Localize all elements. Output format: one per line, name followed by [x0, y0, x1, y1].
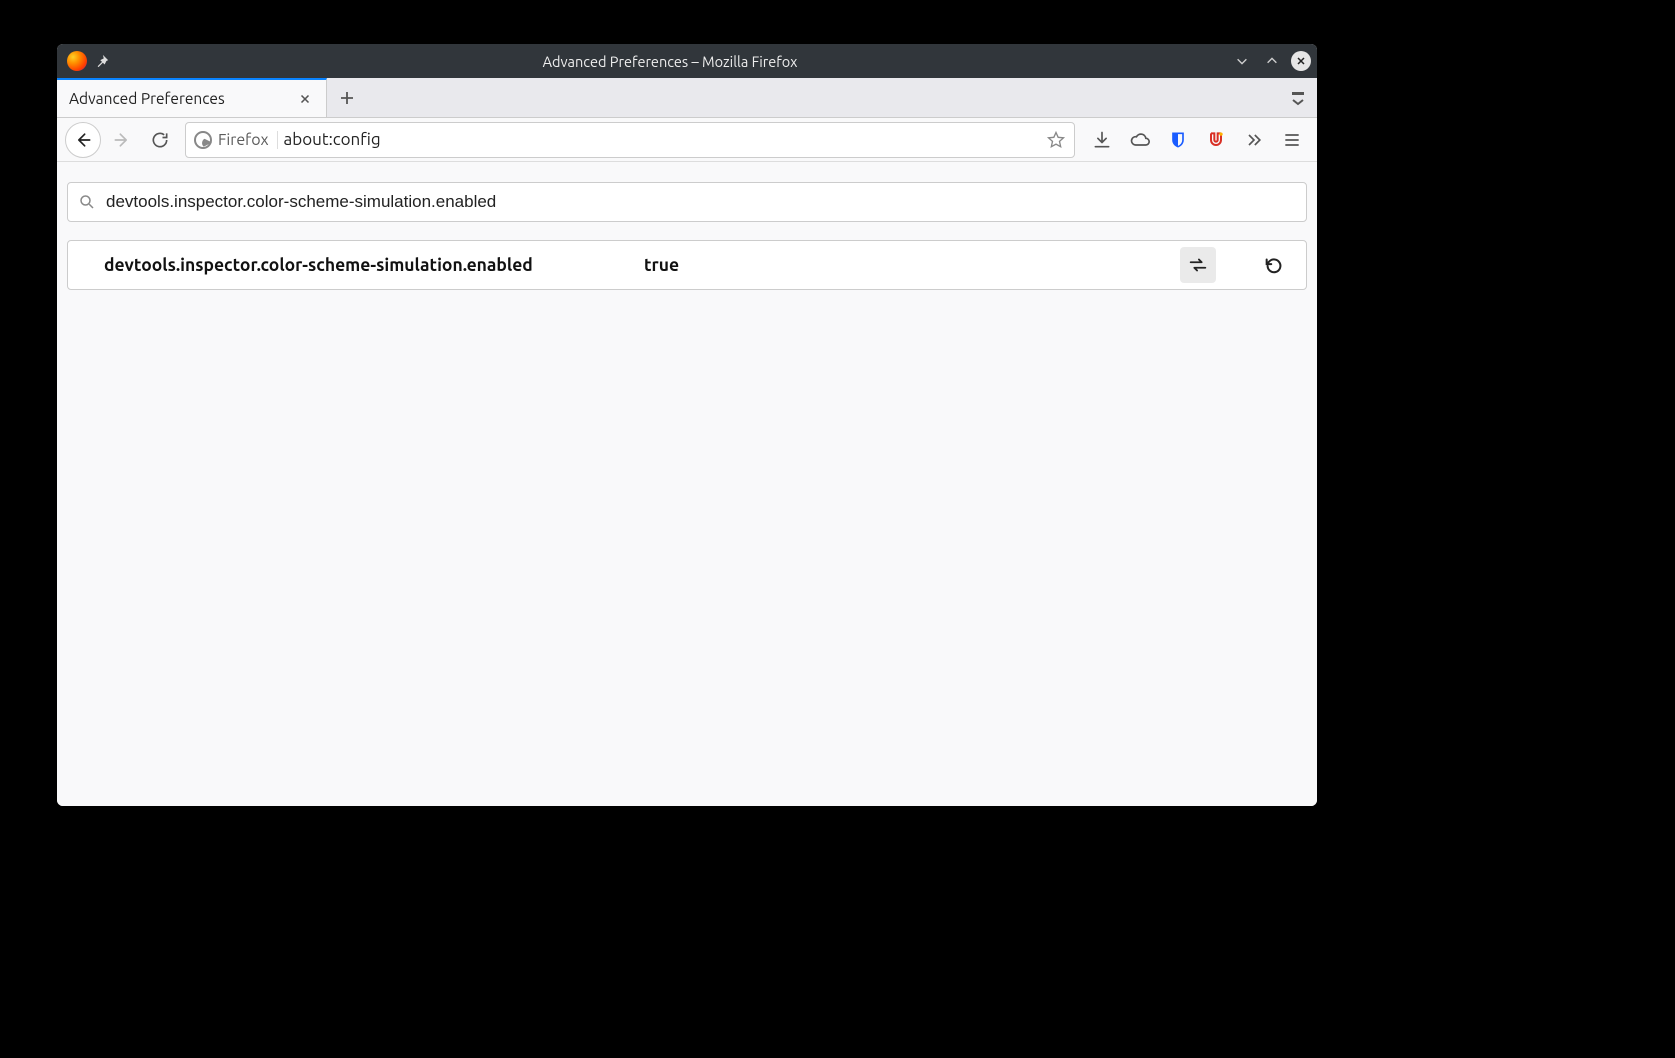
pref-name: devtools.inspector.color-scheme-simulati… [104, 256, 604, 275]
pref-value: true [644, 256, 1140, 275]
pref-row: devtools.inspector.color-scheme-simulati… [67, 240, 1307, 290]
pref-toggle-button[interactable] [1180, 247, 1216, 283]
firefox-window: Advanced Preferences – Mozilla Firefox A… [57, 44, 1317, 806]
url-text: about:config [284, 130, 1038, 149]
new-tab-button[interactable] [327, 78, 367, 117]
window-title: Advanced Preferences – Mozilla Firefox [117, 53, 1223, 70]
reload-button[interactable] [143, 123, 177, 157]
pref-search-box[interactable] [67, 182, 1307, 222]
search-icon [78, 193, 96, 211]
tab-advanced-preferences[interactable]: Advanced Preferences [57, 78, 327, 117]
toolbar-extra [1085, 123, 1309, 157]
cloud-icon[interactable] [1123, 123, 1157, 157]
pref-reset-button[interactable] [1256, 247, 1292, 283]
back-button[interactable] [65, 122, 101, 158]
firefox-logo-icon [67, 51, 87, 71]
pref-search-input[interactable] [106, 192, 1296, 212]
url-bar[interactable]: Firefox about:config [185, 122, 1075, 158]
identity-label: Firefox [218, 131, 269, 149]
forward-button[interactable] [105, 123, 139, 157]
navigation-toolbar: Firefox about:config [57, 118, 1317, 162]
bookmark-star-icon[interactable] [1044, 130, 1068, 150]
about-config-content: devtools.inspector.color-scheme-simulati… [57, 162, 1317, 806]
firefox-glyph-icon [194, 131, 212, 149]
window-maximize-button[interactable] [1261, 50, 1283, 72]
window-close-button[interactable] [1291, 51, 1311, 71]
list-all-tabs-button[interactable] [1279, 78, 1317, 117]
app-menu-button[interactable] [1275, 123, 1309, 157]
magnet-icon[interactable] [1199, 123, 1233, 157]
window-titlebar: Advanced Preferences – Mozilla Firefox [57, 44, 1317, 78]
window-minimize-button[interactable] [1231, 50, 1253, 72]
tab-title: Advanced Preferences [69, 90, 288, 107]
overflow-chevrons-icon[interactable] [1237, 123, 1271, 157]
tab-close-icon[interactable] [298, 92, 314, 106]
downloads-button[interactable] [1085, 123, 1119, 157]
identity-box[interactable]: Firefox [192, 131, 278, 149]
tab-bar: Advanced Preferences [57, 78, 1317, 118]
bitwarden-icon[interactable] [1161, 123, 1195, 157]
pin-icon[interactable] [95, 54, 109, 68]
